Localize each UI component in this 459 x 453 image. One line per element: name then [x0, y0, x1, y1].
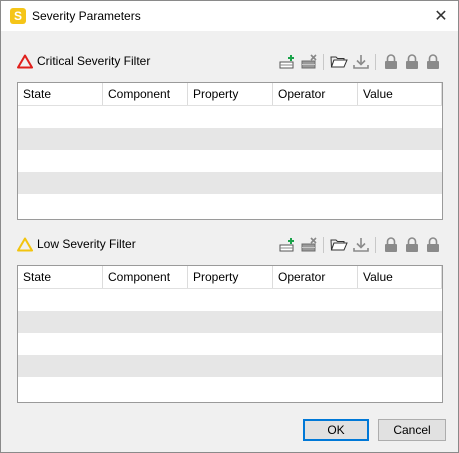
- lock-icon[interactable]: [424, 53, 442, 71]
- table-row[interactable]: [18, 106, 442, 128]
- table-row[interactable]: [18, 355, 442, 377]
- lock-icon[interactable]: [382, 236, 400, 254]
- cancel-button[interactable]: Cancel: [378, 419, 446, 441]
- table-row[interactable]: [18, 172, 442, 194]
- severity-parameters-dialog: S Severity Parameters ✕ Critical Severit…: [0, 0, 459, 453]
- column-header-component[interactable]: Component: [103, 83, 188, 105]
- app-icon: S: [10, 8, 26, 24]
- column-header-operator[interactable]: Operator: [273, 266, 358, 288]
- critical-toolbar: [278, 52, 443, 72]
- grid-header: State Component Property Operator Value: [18, 83, 442, 106]
- column-header-state[interactable]: State: [18, 83, 103, 105]
- critical-filter-grid[interactable]: State Component Property Operator Value: [17, 82, 443, 220]
- low-warning-icon: [17, 237, 33, 252]
- low-filter-label: Low Severity Filter: [37, 237, 136, 251]
- download-icon[interactable]: [352, 236, 370, 254]
- table-row[interactable]: [18, 150, 442, 172]
- table-row[interactable]: [18, 289, 442, 311]
- column-header-property[interactable]: Property: [188, 266, 273, 288]
- column-header-component[interactable]: Component: [103, 266, 188, 288]
- column-header-value[interactable]: Value: [358, 266, 442, 288]
- column-header-value[interactable]: Value: [358, 83, 442, 105]
- download-icon[interactable]: [352, 53, 370, 71]
- critical-filter-header: Critical Severity Filter: [17, 52, 443, 72]
- low-filter-header: Low Severity Filter: [17, 235, 443, 255]
- low-toolbar: [278, 235, 443, 255]
- delete-row-icon[interactable]: [300, 53, 318, 71]
- table-row[interactable]: [18, 377, 442, 399]
- ok-button[interactable]: OK: [303, 419, 369, 441]
- table-row[interactable]: [18, 311, 442, 333]
- close-button[interactable]: ✕: [424, 1, 458, 31]
- column-header-operator[interactable]: Operator: [273, 83, 358, 105]
- window-title: Severity Parameters: [32, 9, 141, 23]
- lock-icon[interactable]: [403, 236, 421, 254]
- critical-warning-icon: [17, 54, 33, 69]
- add-row-icon[interactable]: [278, 236, 296, 254]
- table-row[interactable]: [18, 128, 442, 150]
- low-filter-grid[interactable]: State Component Property Operator Value: [17, 265, 443, 403]
- lock-icon[interactable]: [403, 53, 421, 71]
- critical-filter-label: Critical Severity Filter: [37, 54, 151, 68]
- table-row[interactable]: [18, 194, 442, 216]
- column-header-state[interactable]: State: [18, 266, 103, 288]
- table-row[interactable]: [18, 333, 442, 355]
- delete-row-icon[interactable]: [300, 236, 318, 254]
- grid-header: State Component Property Operator Value: [18, 266, 442, 289]
- lock-icon[interactable]: [382, 53, 400, 71]
- open-folder-icon[interactable]: [330, 236, 348, 254]
- add-row-icon[interactable]: [278, 53, 296, 71]
- open-folder-icon[interactable]: [330, 53, 348, 71]
- column-header-property[interactable]: Property: [188, 83, 273, 105]
- lock-icon[interactable]: [424, 236, 442, 254]
- title-bar: S Severity Parameters ✕: [1, 1, 458, 31]
